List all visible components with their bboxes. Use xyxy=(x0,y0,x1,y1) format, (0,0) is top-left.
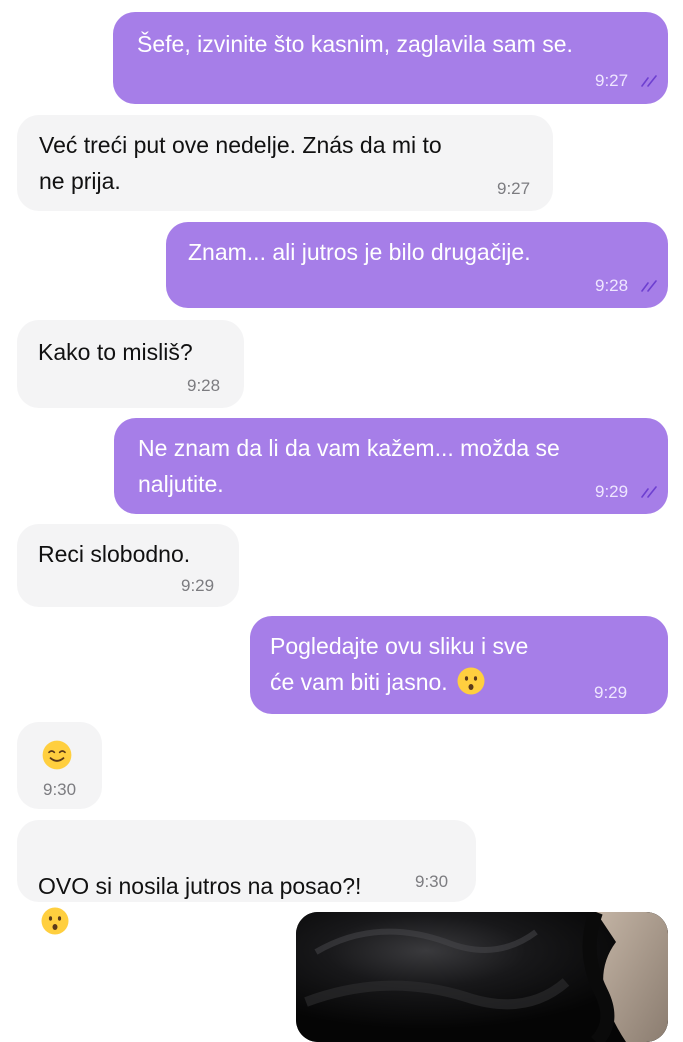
hushed-face-emoji xyxy=(41,907,69,935)
photo-attachment[interactable] xyxy=(296,912,668,1042)
message-bubble-incoming[interactable]: Kako to misliš? 9:28 xyxy=(17,320,244,408)
message-time: 9:30 xyxy=(415,872,449,891)
message-text: Pogledajte ovu sliku i sve će vam biti j… xyxy=(270,628,528,700)
message-text: Reci slobodno. xyxy=(38,541,191,567)
message-bubble-incoming[interactable]: Reci slobodno. 9:29 xyxy=(17,524,239,607)
message-bubble-outgoing[interactable]: Ne znam da li da vam kažem... možda se n… xyxy=(114,418,668,514)
message-bubble-incoming[interactable]: 9:30 xyxy=(17,722,102,809)
message-text-line: OVO si nosila jutros na posao?! xyxy=(38,873,362,899)
photo-dark-fabric xyxy=(296,912,668,1042)
message-time: 9:29 xyxy=(594,683,628,702)
message-time: 9:27 xyxy=(595,71,629,90)
message-text: Ne znam da li da vam kažem... možda se n… xyxy=(138,435,560,497)
message-bubble-incoming[interactable]: Već treći put ove nedelje. Znás da mi to… xyxy=(17,115,553,211)
message-bubble-outgoing[interactable]: Znam... ali jutros je bilo drugačije. 9:… xyxy=(166,222,668,308)
message-bubble-incoming[interactable]: OVO si nosila jutros na posao?! 9:30 xyxy=(17,820,476,935)
read-receipt-icon xyxy=(641,75,657,87)
message-text: Kako to misliš? xyxy=(38,339,193,365)
message-text: Znam... ali jutros je bilo drugačije. xyxy=(188,239,531,265)
message-time: 9:28 xyxy=(595,276,629,295)
hushed-face-emoji xyxy=(457,667,485,695)
message-bubble-outgoing[interactable]: Pogledajte ovu sliku i sve će vam biti j… xyxy=(250,616,668,714)
message-time: 9:30 xyxy=(43,780,77,799)
message-text: Šefe, izvinite što kasnim, zaglavila sam… xyxy=(137,31,573,57)
read-receipt-icon xyxy=(641,280,657,292)
smiling-face-emoji xyxy=(42,740,72,770)
message-bubble-outgoing[interactable]: Šefe, izvinite što kasnim, zaglavila sam… xyxy=(113,12,668,104)
message-time: 9:29 xyxy=(595,482,629,501)
message-time: 9:27 xyxy=(497,179,531,198)
message-text-line: Pogledajte ovu sliku i sve će vam biti j… xyxy=(270,633,529,695)
message-time: 9:28 xyxy=(187,376,221,395)
message-text: Već treći put ove nedelje. Znás da mi to… xyxy=(39,132,442,194)
read-receipt-icon xyxy=(641,486,657,498)
message-time: 9:29 xyxy=(181,576,215,595)
